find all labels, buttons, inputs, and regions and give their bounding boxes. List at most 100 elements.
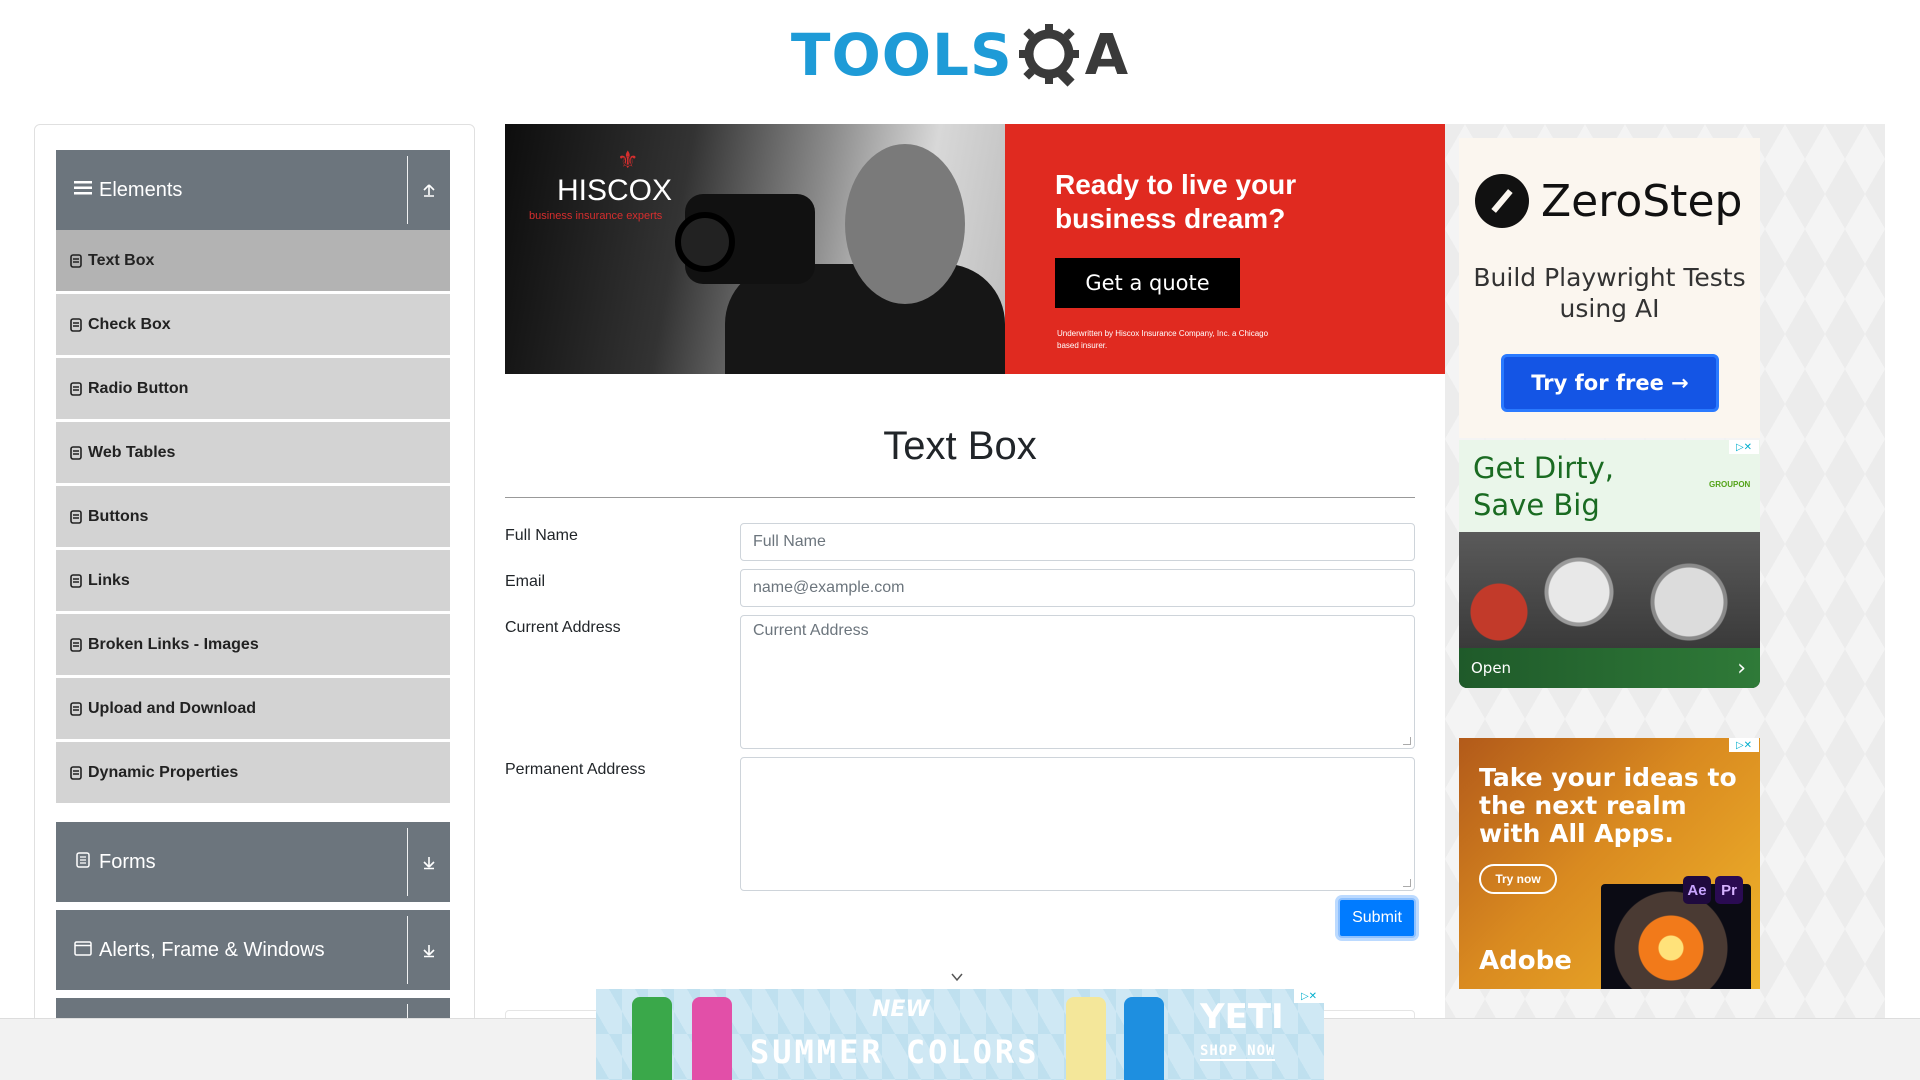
item-icon [70,701,82,716]
toolsqa-logo[interactable]: TOOLS A [791,21,1129,89]
groupon-open-bar[interactable]: Open › [1459,648,1760,688]
bottle-pink [692,997,732,1080]
item-icon [70,381,82,396]
sidebar-item-label: Broken Links - Images [88,635,259,653]
full-name-input[interactable] [740,523,1415,561]
get-quote-button[interactable]: Get a quote [1055,258,1240,308]
expand-arrow-icon[interactable] [408,822,450,902]
collapse-arrow-icon[interactable] [408,150,450,230]
shop-now-link[interactable]: SHOP NOW [1200,1043,1276,1061]
submit-button[interactable]: Submit [1338,898,1416,938]
zerostep-brand: ZeroStep [1541,175,1743,227]
groupon-ad[interactable]: Get Dirty, Save Big GROUPON Open › [1459,440,1760,688]
after-effects-icon: Ae [1683,876,1711,904]
item-icon [70,253,82,268]
left-sidebar: Elements Text Box Check Box Radio Button… [34,124,475,1024]
ad-photo: ⚜ HISCOX business insurance experts [505,124,1005,374]
group-label: Alerts, Frame & Windows [99,938,325,961]
sidebar-item-broken-links[interactable]: Broken Links - Images [56,614,450,675]
logo-tools-text: TOOLS [790,21,1013,89]
try-for-free-button[interactable]: Try for free → [1501,354,1719,412]
item-icon [70,445,82,460]
sidebar-item-check-box[interactable]: Check Box [56,294,450,355]
groupon-brand: GROUPON [1709,480,1751,489]
site-header: TOOLS A [0,0,1920,110]
sidebar-item-label: Buttons [88,507,149,525]
hiscox-ad-banner[interactable]: ⚜ HISCOX business insurance experts Read… [505,124,1445,374]
current-address-input[interactable] [740,615,1415,749]
document-icon [73,851,93,874]
expand-arrow-icon[interactable] [408,910,450,990]
ad-photo-lens [675,212,735,272]
zerostep-mark-icon [1475,174,1529,228]
sidebar-item-label: Web Tables [88,443,176,461]
zerostep-subtitle: Build Playwright Tests using AI [1473,263,1746,323]
sidebar-item-web-tables[interactable]: Web Tables [56,422,450,483]
group-elements[interactable]: Elements [56,150,450,230]
resize-grip-icon[interactable] [1403,879,1411,887]
group-forms[interactable]: Forms [56,822,450,902]
item-icon [70,637,82,652]
item-icon [70,573,82,588]
hiscox-brand: HISCOX [557,174,673,207]
adobe-headline: Take your ideas to the next realm with A… [1479,763,1737,848]
try-now-button[interactable]: Try now [1479,864,1557,894]
hiscox-tagline: business insurance experts [529,210,663,222]
sidebar-item-upload-download[interactable]: Upload and Download [56,678,450,739]
sidebar-item-dynamic-properties[interactable]: Dynamic Properties [56,742,450,803]
full-name-label: Full Name [505,527,578,544]
current-address-label: Current Address [505,619,621,636]
permanent-address-input[interactable] [740,757,1415,891]
bottle-yellow [1066,997,1106,1080]
yeti-ad[interactable]: NEW SUMMER COLORS YETI SHOP NOW [596,989,1324,1080]
hamburger-icon [73,179,93,202]
title-divider [505,497,1415,498]
group-alerts-frame-windows[interactable]: Alerts, Frame & Windows [56,910,450,990]
fleur-icon: ⚜ [617,147,639,174]
chevron-down-icon[interactable] [950,970,964,984]
ad-fineprint: Underwritten by Hiscox Insurance Company… [1057,329,1269,350]
group-label: Forms [99,850,156,873]
page-title: Text Box [883,424,1037,468]
yeti-brand: YETI [1200,997,1284,1037]
resize-grip-icon[interactable] [1403,737,1411,745]
adchoices-icon[interactable]: ▷✕ [1294,989,1324,1003]
logo-qa: A [1017,22,1129,88]
bottle-green [632,997,672,1080]
email-label: Email [505,573,546,590]
item-icon [70,317,82,332]
ad-headline: Ready to live your business dream? [1055,169,1297,234]
sidebar-item-links[interactable]: Links [56,550,450,611]
adchoices-icon[interactable]: ▷✕ [1729,440,1759,454]
adchoices-icon[interactable]: ▷✕ [1729,738,1759,752]
groupon-title: Get Dirty, Save Big [1473,451,1614,522]
email-input[interactable] [740,569,1415,607]
zerostep-ad[interactable]: ZeroStep Build Playwright Tests using AI… [1459,138,1760,438]
ad-red-panel: Ready to live your business dream? Get a… [1005,124,1445,374]
sidebar-item-label: Text Box [88,251,155,269]
adobe-ad[interactable]: Take your ideas to the next realm with A… [1459,738,1760,989]
sidebar-item-label: Radio Button [88,379,189,397]
yeti-headline: SUMMER COLORS [750,1033,1040,1071]
adobe-app-icons: Ae Pr [1683,876,1743,904]
chevron-right-icon: › [1737,655,1746,681]
groupon-open-label: Open [1471,659,1512,677]
item-icon [70,765,82,780]
yeti-new: NEW [872,997,930,1022]
permanent-address-label: Permanent Address [505,761,646,778]
zerostep-logo: ZeroStep [1475,174,1742,228]
sidebar-item-radio-button[interactable]: Radio Button [56,358,450,419]
window-icon [73,939,93,962]
sidebar-item-buttons[interactable]: Buttons [56,486,450,547]
item-icon [70,509,82,524]
sidebar-item-label: Dynamic Properties [88,763,239,781]
ad-photo-head [845,144,965,304]
sidebar-item-label: Check Box [88,315,171,333]
sidebar-item-label: Upload and Download [88,699,256,717]
premiere-icon: Pr [1715,876,1743,904]
hiscox-logo: ⚜ HISCOX [557,147,673,208]
bottle-blue [1124,997,1164,1080]
sidebar-item-text-box[interactable]: Text Box [56,230,450,291]
adobe-brand: Adobe [1479,946,1572,976]
sidebar-item-label: Links [88,571,130,589]
